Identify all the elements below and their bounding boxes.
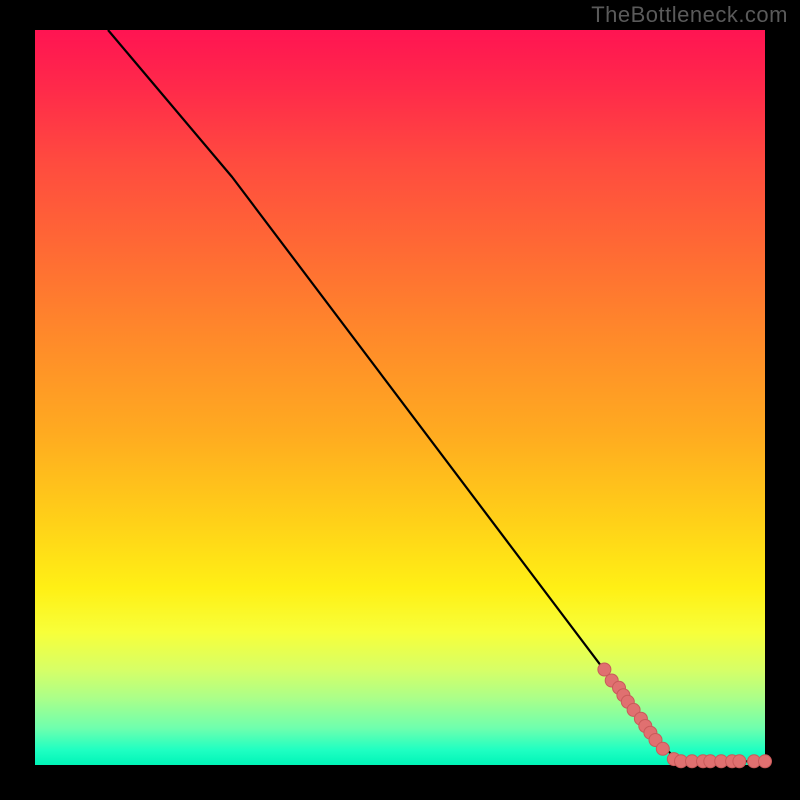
marker-point (598, 663, 611, 676)
marker-point (656, 742, 669, 755)
plot-area (35, 30, 765, 765)
bottleneck-curve-line (108, 30, 765, 761)
marker-point (733, 755, 746, 768)
highlighted-points-group (598, 663, 772, 768)
chart-svg (35, 30, 765, 765)
watermark-text: TheBottleneck.com (591, 2, 788, 28)
line-series (108, 30, 765, 761)
marker-point (759, 755, 772, 768)
chart-frame: TheBottleneck.com (0, 0, 800, 800)
